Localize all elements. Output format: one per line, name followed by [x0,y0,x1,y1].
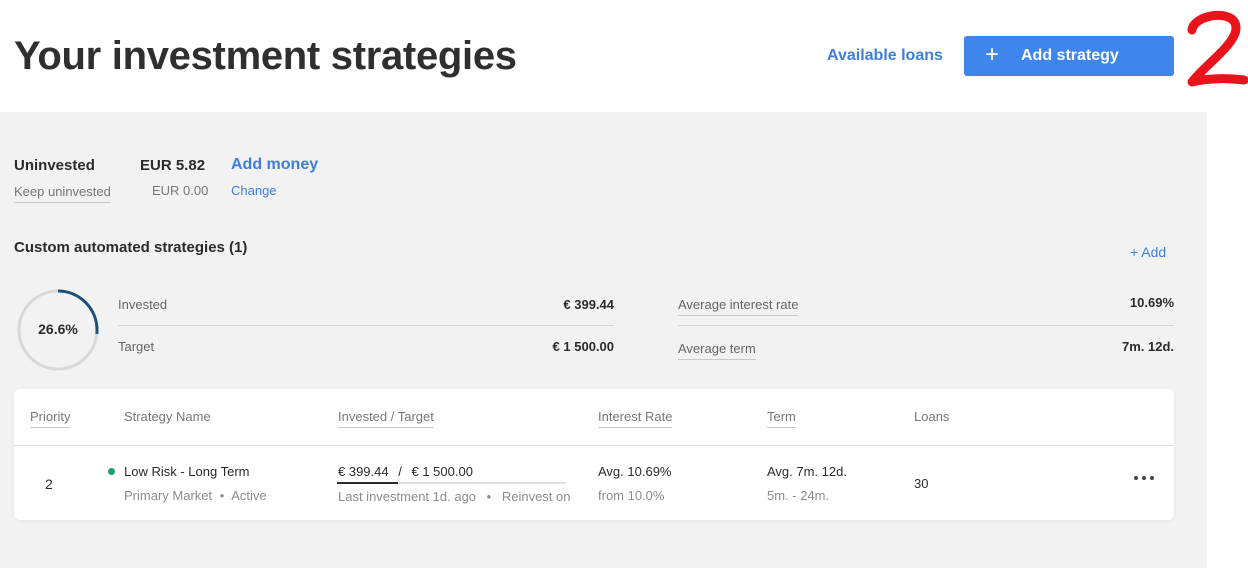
progress-percentage: 26.6% [38,321,78,337]
row-interest-rate: Avg. 10.69% [598,464,672,479]
average-term-label: Average term [678,341,756,360]
available-loans-link[interactable]: Available loans [827,47,943,65]
column-header-interest-rate[interactable]: Interest Rate [598,409,673,428]
strategy-meta: Primary Market • Active [124,488,267,503]
uninvested-amount: EUR 5.82 [140,157,206,174]
keep-uninvested-amount: EUR 0.00 [152,183,209,198]
reinvest-status: Reinvest on [501,489,571,504]
add-strategy-label: Add strategy [1021,47,1119,64]
invested-target-separator: / [398,464,402,479]
average-interest-rate-label: Average interest rate [678,297,799,316]
handwritten-annotation [1187,10,1248,87]
add-custom-strategy-link[interactable]: + Add [1130,244,1166,260]
row-loans: 30 [914,476,929,491]
status-active-dot [108,468,115,475]
row-invested: € 399.44 [338,464,389,479]
add-strategy-button[interactable]: + Add strategy [964,36,1174,76]
row-term: Avg. 7m. 12d. [767,464,847,479]
bullet-separator-icon: • [219,488,225,503]
strategy-market: Primary Market [124,488,213,503]
custom-strategies-title: Custom automated strategies (1) [14,239,248,256]
column-header-priority[interactable]: Priority [30,409,71,428]
invested-target-values: € 399.44 / € 1 500.00 [338,464,473,479]
invested-progress-bar [337,482,566,484]
target-value: € 1 500.00 [552,339,614,354]
column-header-invested-target[interactable]: Invested / Target [338,409,434,428]
target-label: Target [118,339,155,354]
plus-icon: + [985,41,1000,68]
rate-divider [678,325,1174,326]
add-money-link[interactable]: Add money [231,156,318,174]
change-link[interactable]: Change [231,183,277,198]
invested-label: Invested [118,297,168,312]
row-term-range: 5m. - 24m. [767,488,830,503]
invested-value: € 399.44 [563,297,614,312]
average-interest-rate-value: 10.69% [1129,295,1174,310]
page-title: Your investment strategies [14,34,517,78]
strategy-name[interactable]: Low Risk - Long Term [124,464,249,479]
column-header-term[interactable]: Term [767,409,796,428]
bullet-separator-icon: • [486,489,492,504]
strategy-status: Active [231,488,267,503]
header-divider [14,445,1174,446]
keep-uninvested-label: Keep uninvested [14,184,111,203]
column-header-strategy-name: Strategy Name [124,409,211,424]
row-target: € 1 500.00 [411,464,473,479]
invested-divider [118,325,614,326]
column-header-loans: Loans [914,409,950,424]
row-interest-rate-min: from 10.0% [598,488,665,503]
last-investment: Last investment 1d. ago [338,489,477,504]
row-priority: 2 [45,476,53,492]
uninvested-label: Uninvested [14,157,95,174]
last-investment-info: Last investment 1d. ago • Reinvest on [338,489,571,504]
more-options-icon[interactable] [1134,473,1154,483]
average-term-value: 7m. 12d. [1121,339,1174,354]
strategies-table: Priority Strategy Name Invested / Target… [14,389,1174,520]
page-header: Your investment strategies Available loa… [0,0,1248,112]
